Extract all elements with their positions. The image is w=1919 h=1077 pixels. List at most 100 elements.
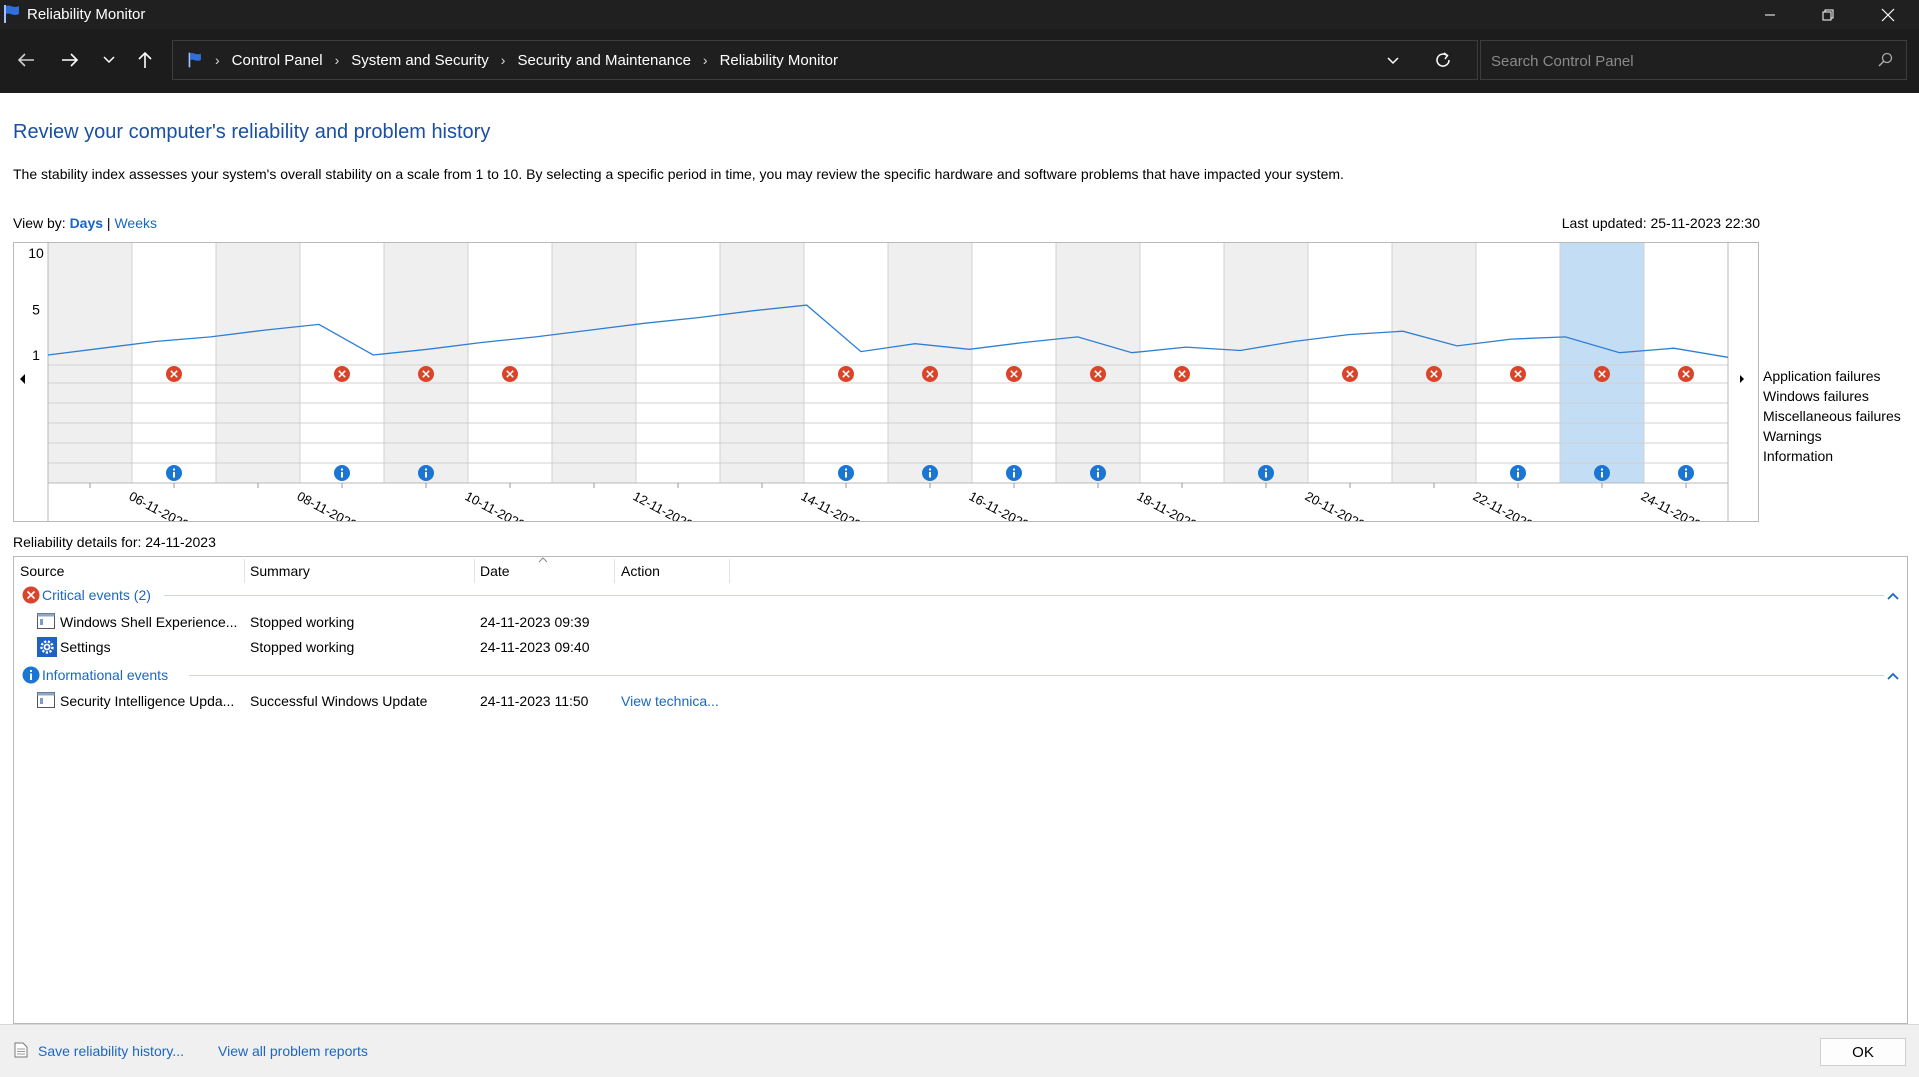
x-tick-label: 18-11-2023 — [1135, 488, 1200, 522]
stability-chart-svg[interactable]: 10 5 1 06-11-2023 08-11-2023 10-11-2023 12-11-… — [14, 243, 1759, 522]
breadcrumb-separator-icon: › — [215, 52, 220, 68]
breadcrumb-separator-icon[interactable]: › — [703, 52, 708, 68]
column-divider[interactable] — [729, 559, 730, 583]
chart-column-background — [1560, 243, 1644, 483]
forward-button[interactable] — [53, 43, 87, 77]
navigation-bar: › Control Panel › System and Security › … — [0, 29, 1919, 93]
information-event-icon-mark — [173, 472, 175, 478]
view-all-problem-reports-link[interactable]: View all problem reports — [218, 1043, 368, 1059]
recent-locations-button[interactable] — [92, 43, 126, 77]
page-description: The stability index assesses your system… — [13, 166, 1344, 182]
close-button[interactable] — [1859, 0, 1917, 29]
minimize-button[interactable] — [1741, 0, 1799, 29]
row-summary: Successful Windows Update — [250, 693, 428, 709]
information-event-icon-mark — [1517, 468, 1519, 471]
table-row[interactable]: Security Intelligence Upda... Successful… — [14, 689, 1014, 713]
settings-gear-icon — [37, 637, 57, 657]
breadcrumb-control-panel[interactable]: Control Panel — [232, 52, 323, 69]
stability-chart[interactable]: 10 5 1 06-11-2023 08-11-2023 10-11-2023 12-11-… — [13, 242, 1759, 522]
forward-arrow-icon — [62, 53, 79, 67]
scroll-right-arrow-icon[interactable] — [1740, 375, 1744, 383]
view-by-label: View by: — [13, 215, 66, 231]
sort-ascending-icon — [538, 557, 548, 563]
informational-events-group[interactable]: Informational events — [22, 666, 168, 684]
row-source: Settings — [60, 639, 111, 655]
details-label: Reliability details for: 24-11-2023 — [13, 534, 216, 550]
legend-application-failures: Application failures — [1763, 368, 1881, 384]
column-divider[interactable] — [614, 559, 615, 583]
chart-column-background — [48, 243, 132, 483]
up-button[interactable] — [128, 43, 162, 77]
page-title: Review your computer's reliability and p… — [13, 121, 491, 143]
view-by-weeks-link[interactable]: Weeks — [114, 215, 157, 231]
chart-column-background — [552, 243, 636, 483]
search-box[interactable] — [1480, 40, 1907, 80]
breadcrumb-reliability-monitor[interactable]: Reliability Monitor — [720, 52, 838, 69]
minimize-icon — [1765, 14, 1775, 15]
x-tick-label: 16-11-2023 — [967, 488, 1032, 522]
save-reliability-history-link[interactable]: Save reliability history... — [38, 1043, 184, 1059]
view-technical-details-link[interactable]: View technica... — [621, 693, 719, 709]
chart-column-background — [720, 243, 804, 483]
group-divider — [164, 595, 1884, 596]
information-event-icon-mark — [341, 468, 343, 471]
view-by-days-link[interactable]: Days — [70, 215, 103, 231]
informational-events-label[interactable]: Informational events — [42, 667, 168, 683]
breadcrumb-security-and-maintenance[interactable]: Security and Maintenance — [517, 52, 690, 69]
table-row[interactable]: Settings Stopped working 24-11-2023 09:4… — [14, 635, 1014, 659]
restore-icon — [1822, 9, 1834, 20]
column-divider[interactable] — [474, 559, 475, 583]
refresh-icon — [1436, 52, 1450, 67]
breadcrumb-system-and-security[interactable]: System and Security — [351, 52, 489, 69]
information-event-icon-mark — [173, 468, 175, 471]
breadcrumb-separator-icon[interactable]: › — [335, 52, 340, 68]
address-bar[interactable]: › Control Panel › System and Security › … — [172, 40, 1478, 80]
column-header-date[interactable]: Date — [480, 563, 510, 579]
column-header-action[interactable]: Action — [621, 563, 660, 579]
footer-bar: Save reliability history... View all pro… — [0, 1024, 1919, 1077]
x-tick-label: 24-11-2023 — [1639, 488, 1704, 522]
row-source: Windows Shell Experience... — [60, 614, 238, 630]
back-arrow-icon — [17, 53, 34, 67]
information-event-icon-mark — [341, 472, 343, 478]
collapse-chevron-icon[interactable] — [1886, 669, 1900, 683]
search-icon[interactable] — [1877, 52, 1893, 68]
chart-column-background — [216, 243, 300, 483]
chart-column-background — [1392, 243, 1476, 483]
information-event-icon-mark — [1097, 468, 1099, 471]
information-event-icon-mark — [1013, 468, 1015, 471]
reliability-flag-icon — [188, 52, 201, 68]
scroll-left-arrow-icon[interactable] — [20, 374, 25, 384]
information-event-icon-mark — [845, 468, 847, 471]
last-updated: Last updated: 25-11-2023 22:30 — [1561, 215, 1760, 231]
chart-column-background — [1224, 243, 1308, 483]
information-event-icon-mark — [929, 468, 931, 471]
column-divider[interactable] — [244, 559, 245, 583]
ok-button[interactable]: OK — [1820, 1038, 1906, 1066]
breadcrumb-separator-icon[interactable]: › — [501, 52, 506, 68]
table-row[interactable]: Windows Shell Experience... Stopped work… — [14, 610, 1014, 634]
restore-button[interactable] — [1799, 0, 1857, 29]
window-icon — [37, 692, 55, 708]
close-icon — [1881, 8, 1895, 21]
legend-information: Information — [1763, 448, 1834, 464]
column-header-source[interactable]: Source — [20, 563, 64, 579]
collapse-chevron-icon[interactable] — [1886, 589, 1900, 603]
information-event-icon-mark — [1685, 472, 1687, 478]
critical-events-group[interactable]: Critical events (2) — [22, 586, 151, 604]
back-button[interactable] — [9, 43, 43, 77]
chart-column-background — [384, 243, 468, 483]
x-tick-label: 06-11-2023 — [127, 488, 192, 522]
refresh-button[interactable] — [1434, 51, 1452, 74]
column-header-summary[interactable]: Summary — [250, 563, 310, 579]
information-event-icon-mark — [1601, 468, 1603, 471]
information-event-icon-mark — [1265, 468, 1267, 471]
address-history-button[interactable] — [1386, 53, 1400, 71]
up-arrow-icon — [138, 51, 152, 68]
x-tick-label: 12-11-2023 — [631, 488, 696, 522]
row-summary: Stopped working — [250, 614, 355, 630]
information-icon — [22, 666, 40, 684]
search-input[interactable] — [1489, 49, 1863, 73]
critical-events-label[interactable]: Critical events (2) — [42, 587, 151, 603]
y-tick-label: 1 — [32, 347, 40, 363]
